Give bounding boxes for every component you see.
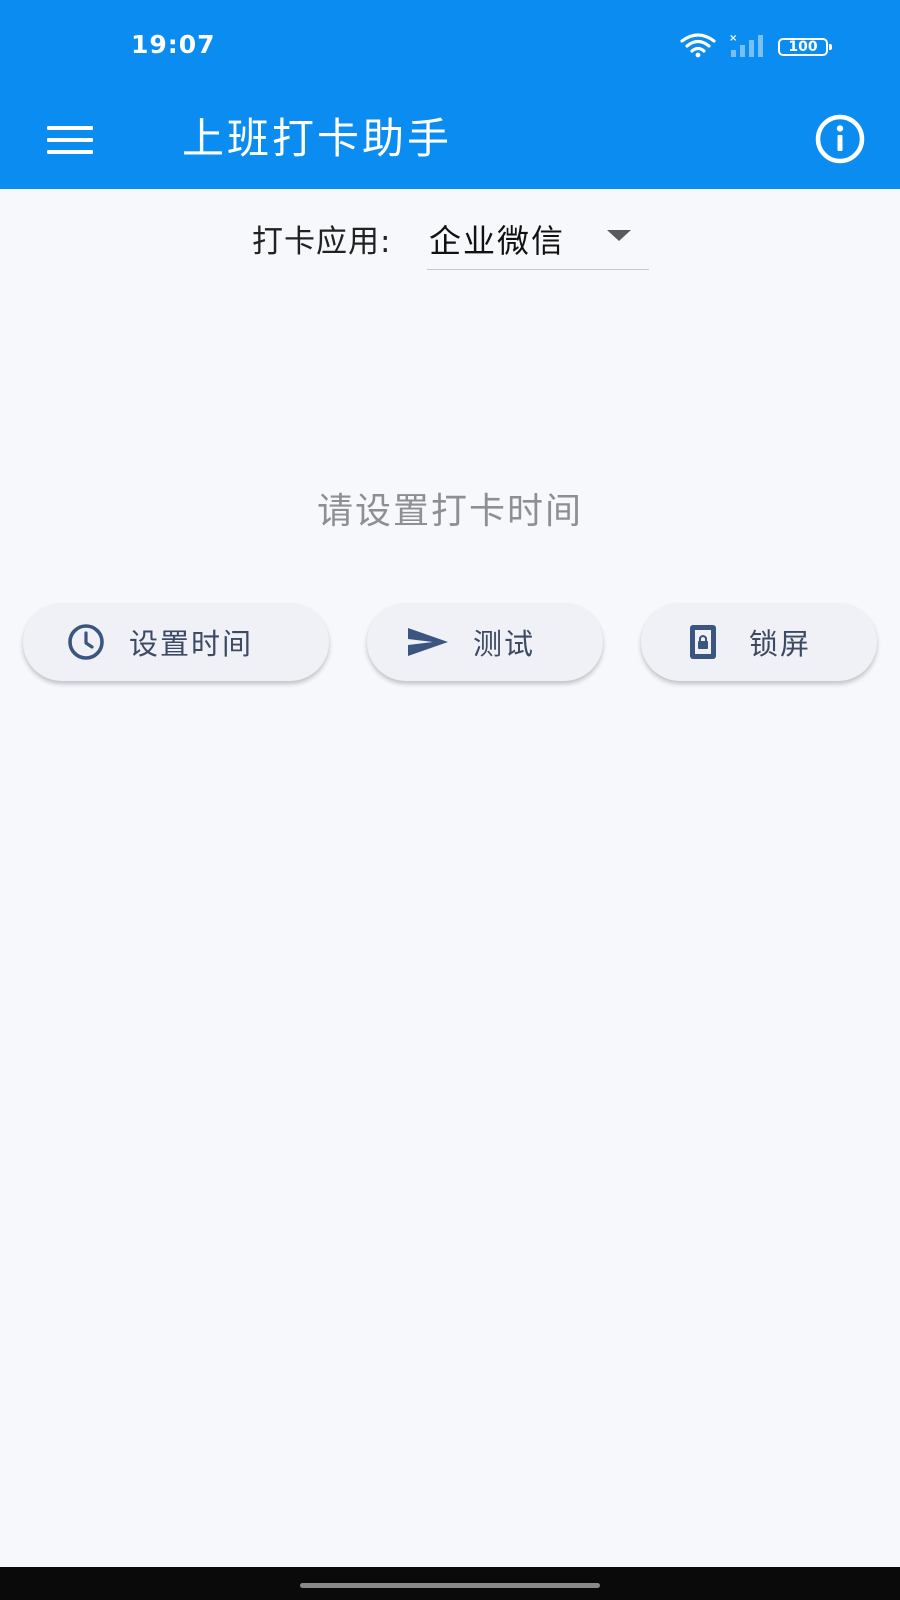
system-nav-bar	[0, 1567, 900, 1600]
menu-icon	[47, 125, 93, 159]
status-time: 19:07	[131, 30, 216, 59]
app-selector-row: 打卡应用: 企业微信	[0, 210, 900, 270]
set-time-button[interactable]: 设置时间	[23, 603, 329, 681]
svg-text:×: ×	[729, 33, 737, 44]
app-bar: 上班打卡助手	[0, 95, 900, 189]
status-bar: 19:07 × 100	[0, 0, 900, 95]
info-button[interactable]	[810, 111, 870, 171]
app-dropdown[interactable]: 企业微信	[427, 210, 649, 270]
selector-label: 打卡应用:	[252, 224, 392, 260]
lock-screen-label: 锁屏	[749, 627, 812, 661]
dropdown-arrow-icon	[607, 230, 631, 241]
test-label: 测试	[473, 627, 536, 661]
lock-screen-button[interactable]: 锁屏	[641, 603, 877, 681]
status-icons: × 100	[680, 32, 832, 62]
set-time-label: 设置时间	[129, 627, 254, 661]
test-button[interactable]: 测试	[367, 603, 603, 681]
clock-icon	[67, 623, 105, 661]
lock-screen-icon	[689, 624, 717, 660]
menu-button[interactable]	[38, 117, 102, 167]
home-indicator[interactable]	[300, 1583, 600, 1588]
selected-app-value: 企业微信	[429, 222, 566, 260]
cellular-signal-icon: ×	[728, 32, 766, 62]
wifi-icon	[680, 32, 716, 62]
empty-hint-text: 请设置打卡时间	[316, 491, 583, 532]
app-title: 上班打卡助手	[182, 114, 453, 163]
send-icon	[407, 627, 449, 657]
battery-icon: 100	[778, 38, 832, 56]
info-icon	[814, 113, 866, 169]
